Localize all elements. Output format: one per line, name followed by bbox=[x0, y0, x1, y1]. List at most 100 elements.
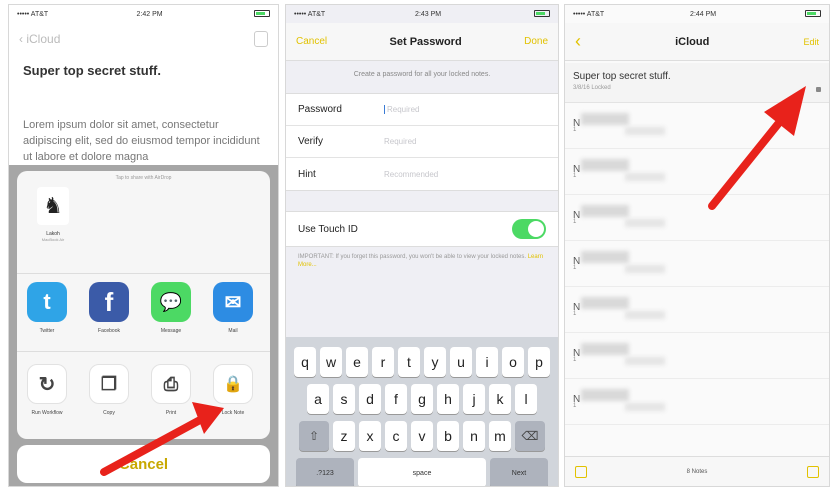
blurred-preview bbox=[625, 357, 665, 365]
action-label: Copy bbox=[103, 410, 115, 416]
message-icon: 💬 bbox=[151, 282, 191, 322]
key-u[interactable]: u bbox=[450, 347, 472, 377]
back-button[interactable]: ‹ bbox=[575, 31, 581, 52]
bottom-toolbar: 8 Notes bbox=[565, 456, 829, 486]
note-list-item[interactable]: N1 bbox=[565, 333, 829, 379]
key-z[interactable]: z bbox=[333, 421, 355, 451]
key-j[interactable]: j bbox=[463, 384, 485, 414]
edit-button[interactable]: Edit bbox=[803, 37, 819, 47]
key-a[interactable]: a bbox=[307, 384, 329, 414]
note-title: Super top secret stuff. bbox=[23, 63, 161, 78]
airdrop-hint: Tap to share with AirDrop bbox=[115, 175, 172, 181]
note-list-item[interactable]: N1 bbox=[565, 195, 829, 241]
blurred-preview bbox=[625, 219, 665, 227]
mail-share-button[interactable]: ✉ Mail bbox=[211, 282, 255, 334]
delete-key[interactable]: ⌫ bbox=[515, 421, 545, 451]
mail-icon: ✉ bbox=[213, 282, 253, 322]
note-list-item[interactable]: N1 bbox=[565, 379, 829, 425]
note-date: 1 bbox=[573, 219, 577, 225]
note-list-item[interactable]: N1 bbox=[565, 149, 829, 195]
share-icon[interactable] bbox=[254, 31, 268, 47]
blurred-title bbox=[581, 113, 629, 125]
note-date: 1 bbox=[573, 127, 577, 133]
note-date: 1 bbox=[573, 357, 577, 363]
airdrop-contact[interactable]: ♞ Lakoh MacBook Air bbox=[29, 187, 77, 242]
key-f[interactable]: f bbox=[385, 384, 407, 414]
note-date: 1 bbox=[573, 403, 577, 409]
contact-device: MacBook Air bbox=[41, 237, 65, 242]
carrier-label: ••••• AT&T bbox=[17, 10, 49, 18]
hint-field[interactable]: Recommended bbox=[384, 170, 438, 179]
twitter-share-button[interactable]: t Twitter bbox=[25, 282, 69, 334]
app-label: Facebook bbox=[98, 328, 120, 334]
key-e[interactable]: e bbox=[346, 347, 368, 377]
done-button[interactable]: Done bbox=[524, 36, 548, 47]
locked-note-item[interactable]: Super top secret stuff. 3/8/16 Locked bbox=[565, 63, 829, 103]
key-k[interactable]: k bbox=[489, 384, 511, 414]
key-w[interactable]: w bbox=[320, 347, 342, 377]
password-description: Create a password for all your locked no… bbox=[353, 71, 491, 78]
back-label: iCloud bbox=[26, 32, 61, 46]
facebook-icon: f bbox=[89, 282, 129, 322]
touch-id-toggle[interactable] bbox=[512, 219, 546, 239]
key-s[interactable]: s bbox=[333, 384, 355, 414]
share-apps-row: t Twitter f Facebook 💬 Message ✉ Mail bbox=[17, 273, 270, 351]
space-key[interactable]: space bbox=[358, 458, 486, 486]
key-h[interactable]: h bbox=[437, 384, 459, 414]
key-d[interactable]: d bbox=[359, 384, 381, 414]
note-list-item[interactable]: N1 bbox=[565, 241, 829, 287]
compose-icon[interactable] bbox=[807, 465, 819, 478]
nav-bar: Cancel Set Password Done bbox=[286, 23, 558, 61]
numbers-key[interactable]: .?123 bbox=[296, 458, 354, 486]
note-nav-bar: ‹ iCloud bbox=[19, 27, 268, 51]
status-bar: ••••• AT&T 2:43 PM bbox=[286, 5, 558, 23]
key-y[interactable]: y bbox=[424, 347, 446, 377]
avatar: ♞ bbox=[37, 187, 69, 225]
key-m[interactable]: m bbox=[489, 421, 511, 451]
back-button[interactable]: ‹ iCloud bbox=[19, 32, 60, 46]
facebook-share-button[interactable]: f Facebook bbox=[87, 282, 131, 334]
folder-icon[interactable] bbox=[575, 465, 587, 478]
key-l[interactable]: l bbox=[515, 384, 537, 414]
note-date: 1 bbox=[573, 265, 577, 271]
keyboard-row-1: qwertyuiop bbox=[286, 347, 558, 377]
run-workflow-button[interactable]: ↻ Run Workflow bbox=[25, 364, 69, 416]
page-title: Set Password bbox=[389, 35, 462, 48]
next-key[interactable]: Next bbox=[490, 458, 548, 486]
battery-icon bbox=[251, 10, 270, 18]
key-t[interactable]: t bbox=[398, 347, 420, 377]
shift-key[interactable]: ⇧ bbox=[299, 421, 329, 451]
message-share-button[interactable]: 💬 Message bbox=[149, 282, 193, 334]
verify-field[interactable]: Required bbox=[384, 137, 416, 146]
verify-row[interactable]: Verify Required bbox=[286, 126, 558, 158]
key-r[interactable]: r bbox=[372, 347, 394, 377]
key-c[interactable]: c bbox=[385, 421, 407, 451]
touch-id-row: Use Touch ID bbox=[286, 211, 558, 247]
key-x[interactable]: x bbox=[359, 421, 381, 451]
blurred-preview bbox=[625, 265, 665, 273]
action-label: Run Workflow bbox=[31, 410, 63, 416]
action-label: Lock Note bbox=[221, 410, 245, 416]
key-i[interactable]: i bbox=[476, 347, 498, 377]
note-list-item[interactable]: N1 bbox=[565, 287, 829, 333]
cancel-button[interactable]: Cancel bbox=[296, 36, 327, 47]
cancel-button[interactable]: Cancel bbox=[17, 445, 270, 483]
key-n[interactable]: n bbox=[463, 421, 485, 451]
password-field[interactable]: Required bbox=[384, 105, 419, 114]
copy-button[interactable]: ❐ Copy bbox=[87, 364, 131, 416]
note-list-item[interactable]: N1 bbox=[565, 103, 829, 149]
blurred-title bbox=[581, 389, 629, 401]
password-row[interactable]: Password Required bbox=[286, 94, 558, 126]
time-label: 2:43 PM bbox=[415, 10, 442, 18]
key-o[interactable]: o bbox=[502, 347, 524, 377]
key-q[interactable]: q bbox=[294, 347, 316, 377]
key-p[interactable]: p bbox=[528, 347, 550, 377]
key-b[interactable]: b bbox=[437, 421, 459, 451]
key-g[interactable]: g bbox=[411, 384, 433, 414]
status-bar: ••••• AT&T 2:42 PM bbox=[9, 5, 278, 23]
print-button[interactable]: ⎙ Print bbox=[149, 364, 193, 416]
key-v[interactable]: v bbox=[411, 421, 433, 451]
lock-note-button[interactable]: 🔒 Lock Note bbox=[211, 364, 255, 416]
keyboard-row-2: asdfghjkl bbox=[286, 384, 558, 414]
hint-row[interactable]: Hint Recommended bbox=[286, 158, 558, 190]
